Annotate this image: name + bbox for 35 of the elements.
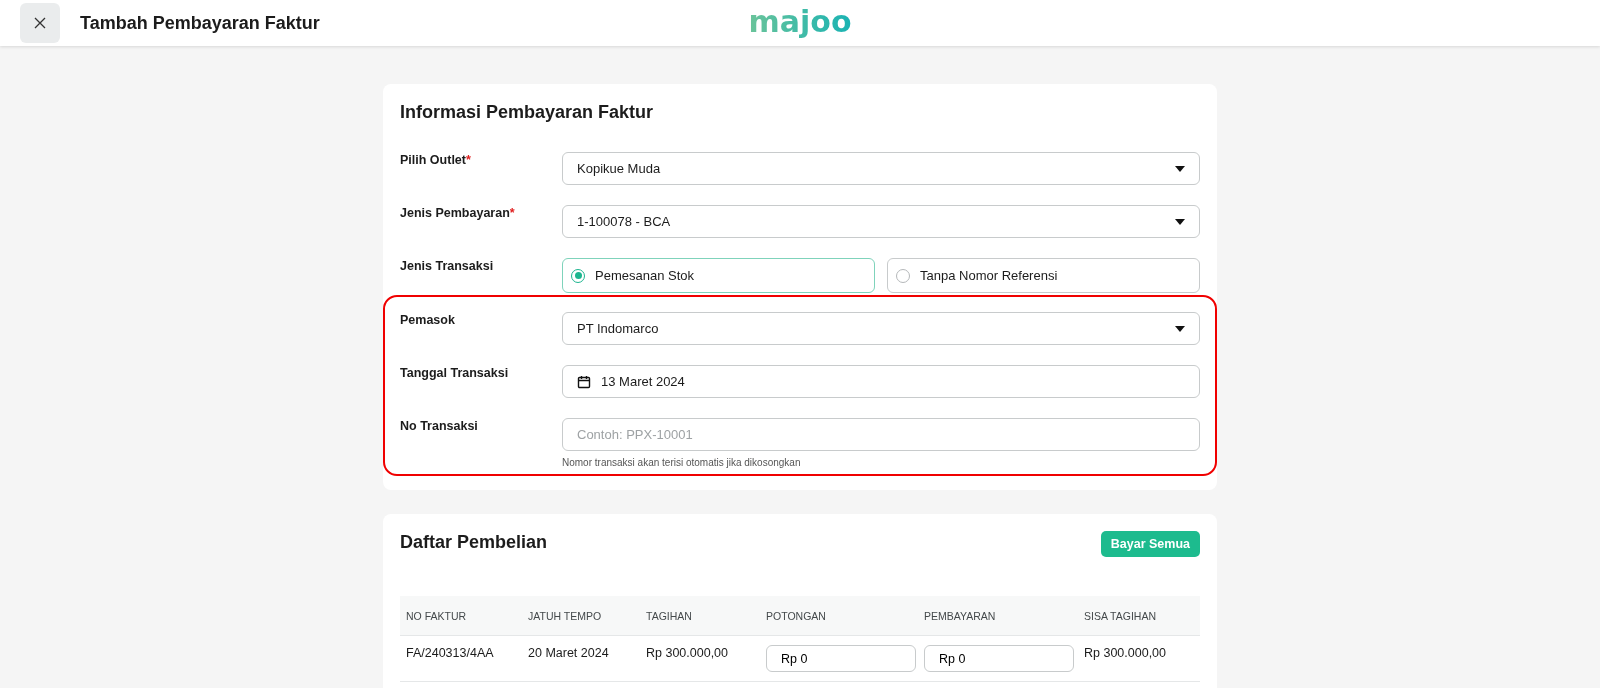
close-icon xyxy=(34,17,46,29)
field-label: Tanggal Transaksi xyxy=(400,365,510,382)
dropdown[interactable]: PT Indomarco xyxy=(562,312,1200,345)
page-title: Tambah Pembayaran Faktur xyxy=(80,12,320,34)
column-header: TAGIHAN xyxy=(646,609,693,622)
field-label: Pemasok xyxy=(400,312,456,329)
radio-option[interactable]: Tanpa Nomor Referensi xyxy=(887,258,1200,293)
amount-input[interactable]: Rp 0 xyxy=(924,645,1074,672)
caret-icon xyxy=(1175,325,1185,332)
column-header: SISA TAGIHAN xyxy=(1084,609,1157,622)
table-cell-text: Rp 300.000,00 xyxy=(646,645,729,660)
dropdown[interactable]: Kopikue Muda xyxy=(562,152,1200,185)
amount-input[interactable]: Rp 0 xyxy=(766,645,916,672)
column-header: NO FAKTUR xyxy=(406,609,468,622)
close-button[interactable] xyxy=(20,3,60,43)
caret-icon xyxy=(1175,218,1185,225)
card-title: Daftar Pembelian xyxy=(400,532,548,553)
table-cell-text: 20 Maret 2024 xyxy=(528,645,610,660)
table-cell-text: FA/240313/4AA xyxy=(406,645,495,660)
date-field[interactable]: 13 Maret 2024 xyxy=(562,365,1200,398)
calendar-icon xyxy=(577,374,591,389)
field-label: Jenis Pembayaran* xyxy=(400,205,516,222)
field-label: Jenis Transaksi xyxy=(400,258,495,275)
column-header: POTONGAN xyxy=(766,609,827,622)
caret-icon xyxy=(1175,165,1185,172)
field-label: Pilih Outlet* xyxy=(400,152,472,169)
helper-text: Nomor transaksi akan terisi otomatis jika dikosongkan xyxy=(562,457,802,468)
column-header: JATUH TEMPO xyxy=(528,609,603,622)
input-field[interactable]: Contoh: PPX-10001 xyxy=(562,418,1200,451)
table-cell-text: Rp 300.000,00 xyxy=(1084,645,1167,660)
dropdown[interactable]: 1-100078 - BCA xyxy=(562,205,1200,238)
field-label: No Transaksi xyxy=(400,418,479,435)
radio-option[interactable]: Pemesanan Stok xyxy=(562,258,875,293)
card-title: Informasi Pembayaran Faktur xyxy=(400,102,655,123)
column-header: PEMBAYARAN xyxy=(924,609,997,622)
